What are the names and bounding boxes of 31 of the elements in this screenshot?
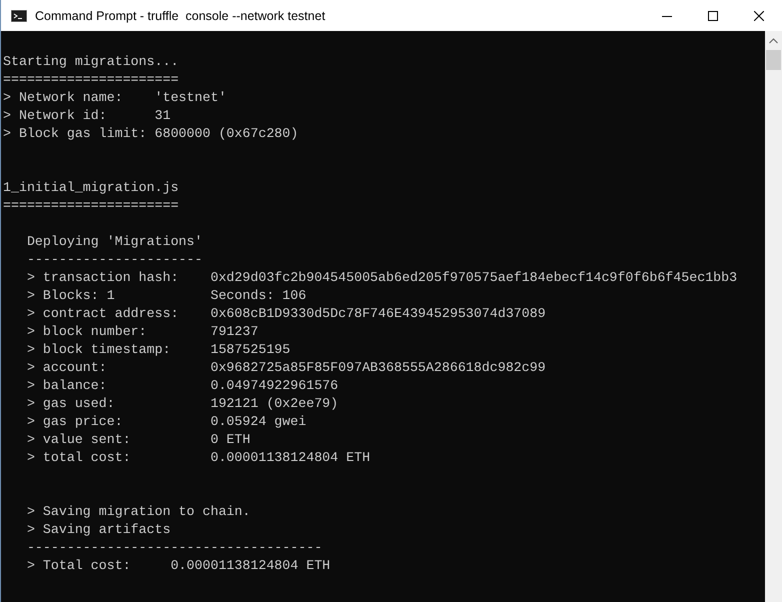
console-line: ====================== [3,72,179,87]
console-line: > gas used: 192121 (0x2ee79) [26,396,338,411]
console-line: > Total cost: 0.00001138124804 ETH [26,558,330,573]
scrollbar-thumb[interactable] [766,50,781,70]
maximize-icon[interactable] [708,10,718,20]
close-icon[interactable] [754,10,764,20]
scroll-up-icon[interactable] [769,38,778,44]
console-line: > block timestamp: 1587525195 [26,342,290,357]
console-line: > balance: 0.04974922961576 [26,378,338,393]
console-line: Deploying 'Migrations' [26,234,202,249]
console-line: > account: 0x9682725a85F85F097AB368555A286618dc982c99 [26,360,546,375]
console-line: > Saving artifacts [26,522,171,537]
console-line: ------------------------------------- [26,540,322,555]
console-line: > transaction hash: 0xd29d03fc2b904545005ab6ed205f970575aef184ebecf14c9f0f6b6f45ec1bb3 [26,270,738,285]
console-line: > gas price: 0.05924 gwei [26,414,306,429]
console-line: > Saving migration to chain. [26,504,250,519]
console-line: > Network name: 'testnet' [3,90,226,105]
console-line: > Network id: 31 [3,108,171,123]
console-line: > Block gas limit: 6800000 (0x67c280) [3,126,298,141]
window-title: Command Prompt - truffle console --network testnet [35,8,326,22]
console-line: 1_initial_migration.js [3,180,179,195]
console-line: > Blocks: 1 Seconds: 106 [26,288,306,303]
console-line: > total cost: 0.00001138124804 ETH [26,450,370,465]
scrollbar[interactable] [765,31,782,602]
console-line: ====================== [3,198,179,213]
console-line: > contract address: 0x608cB1D9330d5Dc78F746E439452953074d37089 [26,306,546,321]
console-line: ---------------------- [26,252,202,267]
terminal-icon [11,10,27,22]
console-line: > block number: 791237 [26,324,258,339]
console-line: Starting migrations... [3,54,179,69]
console-line: > value sent: 0 ETH [26,432,250,447]
